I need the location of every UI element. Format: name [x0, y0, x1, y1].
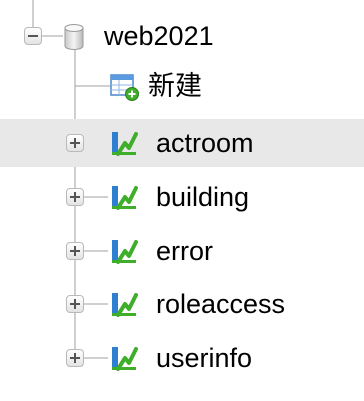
database-icon [62, 22, 86, 57]
table-name-label: userinfo [156, 343, 253, 373]
table-icon [108, 343, 138, 378]
tree-node-web2021[interactable]: web2021 [0, 12, 364, 60]
new-item-label: 新建 [148, 71, 202, 101]
new-table-icon [110, 72, 140, 107]
table-name-label: building [156, 182, 250, 212]
expand-toggle[interactable] [66, 188, 84, 206]
tree-node-table[interactable]: actroom [0, 119, 364, 167]
tree-node-table[interactable]: roleaccess [0, 280, 364, 328]
plus-icon [70, 353, 80, 363]
expand-toggle[interactable] [66, 295, 84, 313]
expand-toggle[interactable] [66, 349, 84, 367]
tree-node-table[interactable]: userinfo [0, 334, 364, 382]
table-icon [108, 128, 138, 163]
table-name-label: roleaccess [156, 289, 286, 319]
tree-node-new[interactable]: 新建 [0, 62, 364, 110]
tree-node-table[interactable]: error [0, 227, 364, 275]
tree-node-table[interactable]: building [0, 173, 364, 221]
collapse-toggle[interactable] [24, 27, 42, 45]
minus-icon [28, 35, 38, 37]
table-name-label: error [156, 236, 214, 266]
table-icon [108, 182, 138, 217]
table-icon [108, 289, 138, 324]
table-icon [108, 236, 138, 271]
plus-icon [70, 138, 80, 148]
database-name-label: web2021 [104, 21, 214, 51]
plus-icon [70, 246, 80, 256]
database-tree: web2021 新建 actroom building error roleac… [0, 0, 364, 401]
plus-icon [70, 192, 80, 202]
table-name-label: actroom [156, 128, 254, 158]
plus-icon [70, 299, 80, 309]
expand-toggle[interactable] [66, 134, 84, 152]
expand-toggle[interactable] [66, 242, 84, 260]
